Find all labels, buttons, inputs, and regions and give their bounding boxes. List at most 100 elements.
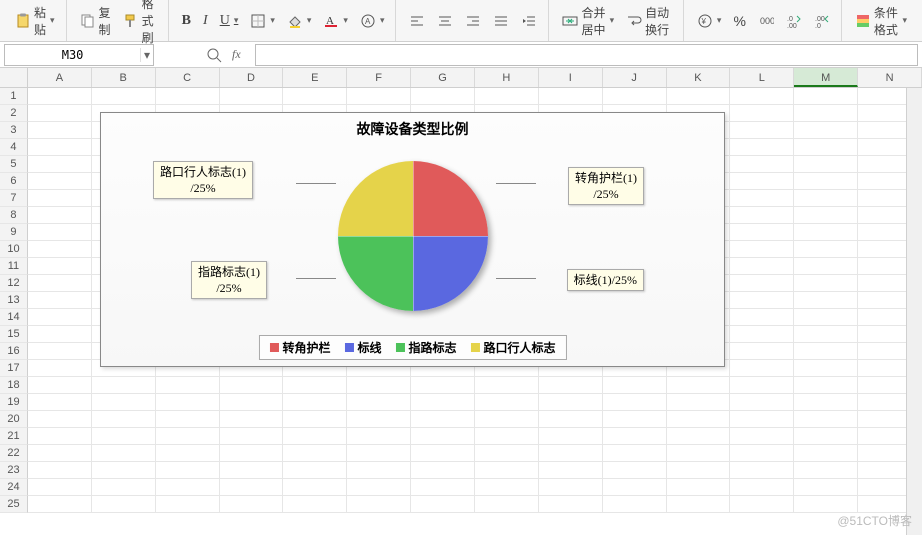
cell[interactable] — [156, 445, 220, 462]
cell[interactable] — [794, 360, 858, 377]
row-header[interactable]: 6 — [0, 173, 28, 190]
italic-button[interactable]: I — [198, 10, 213, 32]
cell[interactable] — [92, 377, 156, 394]
cell[interactable] — [28, 411, 92, 428]
cell[interactable] — [347, 394, 411, 411]
cell[interactable] — [411, 462, 475, 479]
cell[interactable] — [411, 411, 475, 428]
cell[interactable] — [411, 445, 475, 462]
cell[interactable] — [794, 309, 858, 326]
zoom-icon[interactable] — [206, 47, 222, 63]
cell[interactable] — [794, 275, 858, 292]
cell[interactable] — [28, 462, 92, 479]
cell[interactable] — [794, 343, 858, 360]
bold-button[interactable]: B — [177, 10, 196, 32]
cell[interactable] — [794, 190, 858, 207]
cell[interactable] — [730, 377, 794, 394]
cell[interactable] — [347, 462, 411, 479]
col-header-H[interactable]: H — [475, 68, 539, 87]
indent-button[interactable] — [516, 10, 542, 32]
cell[interactable] — [92, 496, 156, 513]
col-header-B[interactable]: B — [92, 68, 156, 87]
cell[interactable] — [539, 411, 603, 428]
cell[interactable] — [539, 394, 603, 411]
cell[interactable] — [667, 394, 731, 411]
cell[interactable] — [730, 326, 794, 343]
cell[interactable] — [730, 343, 794, 360]
row-header[interactable]: 21 — [0, 428, 28, 445]
cell[interactable] — [730, 275, 794, 292]
cell[interactable] — [539, 496, 603, 513]
name-box-dropdown[interactable]: ▾ — [140, 48, 153, 62]
cell[interactable] — [475, 445, 539, 462]
cell[interactable] — [156, 479, 220, 496]
cell[interactable] — [475, 394, 539, 411]
cell[interactable] — [475, 411, 539, 428]
row-header[interactable]: 14 — [0, 309, 28, 326]
cell[interactable] — [730, 479, 794, 496]
cell[interactable] — [667, 88, 731, 105]
col-header-J[interactable]: J — [603, 68, 667, 87]
cell[interactable] — [539, 479, 603, 496]
cell[interactable] — [28, 156, 92, 173]
cell[interactable] — [220, 428, 284, 445]
cell[interactable] — [28, 139, 92, 156]
cell[interactable] — [539, 445, 603, 462]
align-center-button[interactable] — [432, 10, 458, 32]
col-header-D[interactable]: D — [220, 68, 284, 87]
row-header[interactable]: 24 — [0, 479, 28, 496]
cell[interactable] — [283, 88, 347, 105]
cell[interactable] — [220, 88, 284, 105]
cell[interactable] — [603, 377, 667, 394]
cell[interactable] — [794, 173, 858, 190]
cell[interactable] — [92, 88, 156, 105]
wrap-text-button[interactable]: 自动换行 — [621, 1, 677, 41]
embedded-pie-chart[interactable]: 故障设备类型比例 转角护栏(1) /25% 标线(1)/25% 指路标志(1) … — [100, 112, 725, 367]
cell[interactable] — [603, 428, 667, 445]
cell[interactable] — [794, 326, 858, 343]
cell[interactable] — [92, 445, 156, 462]
col-header-L[interactable]: L — [730, 68, 794, 87]
decrease-decimal-button[interactable]: .00.0 — [809, 10, 835, 32]
cell[interactable] — [28, 377, 92, 394]
name-box-input[interactable] — [5, 45, 140, 65]
cell[interactable] — [730, 224, 794, 241]
row-header[interactable]: 11 — [0, 258, 28, 275]
cell[interactable] — [603, 479, 667, 496]
currency-button[interactable]: ¥▾ — [692, 10, 727, 32]
cell[interactable] — [794, 377, 858, 394]
cell[interactable] — [283, 411, 347, 428]
cell[interactable] — [347, 479, 411, 496]
row-header[interactable]: 13 — [0, 292, 28, 309]
cell[interactable] — [28, 105, 92, 122]
cell[interactable] — [730, 156, 794, 173]
cell[interactable] — [156, 88, 220, 105]
format-painter-button[interactable]: 格式刷 — [118, 0, 162, 49]
cell[interactable] — [28, 190, 92, 207]
cell[interactable] — [794, 258, 858, 275]
cell[interactable] — [156, 377, 220, 394]
fill-color-button[interactable]: ▾ — [282, 10, 317, 32]
cell[interactable] — [794, 394, 858, 411]
cell[interactable] — [28, 275, 92, 292]
cell[interactable] — [156, 462, 220, 479]
row-header[interactable]: 20 — [0, 411, 28, 428]
cell[interactable] — [794, 156, 858, 173]
cell[interactable] — [730, 258, 794, 275]
cell[interactable] — [28, 88, 92, 105]
cell[interactable] — [156, 394, 220, 411]
cell[interactable] — [220, 445, 284, 462]
cell[interactable] — [28, 258, 92, 275]
cell[interactable] — [156, 496, 220, 513]
comma-button[interactable]: 000 — [753, 10, 779, 32]
cell[interactable] — [28, 445, 92, 462]
cell[interactable] — [794, 462, 858, 479]
cell[interactable] — [730, 173, 794, 190]
align-left-button[interactable] — [404, 10, 430, 32]
cell[interactable] — [475, 496, 539, 513]
row-header[interactable]: 22 — [0, 445, 28, 462]
cell[interactable] — [411, 496, 475, 513]
cell[interactable] — [730, 411, 794, 428]
cell[interactable] — [220, 496, 284, 513]
row-header[interactable]: 16 — [0, 343, 28, 360]
